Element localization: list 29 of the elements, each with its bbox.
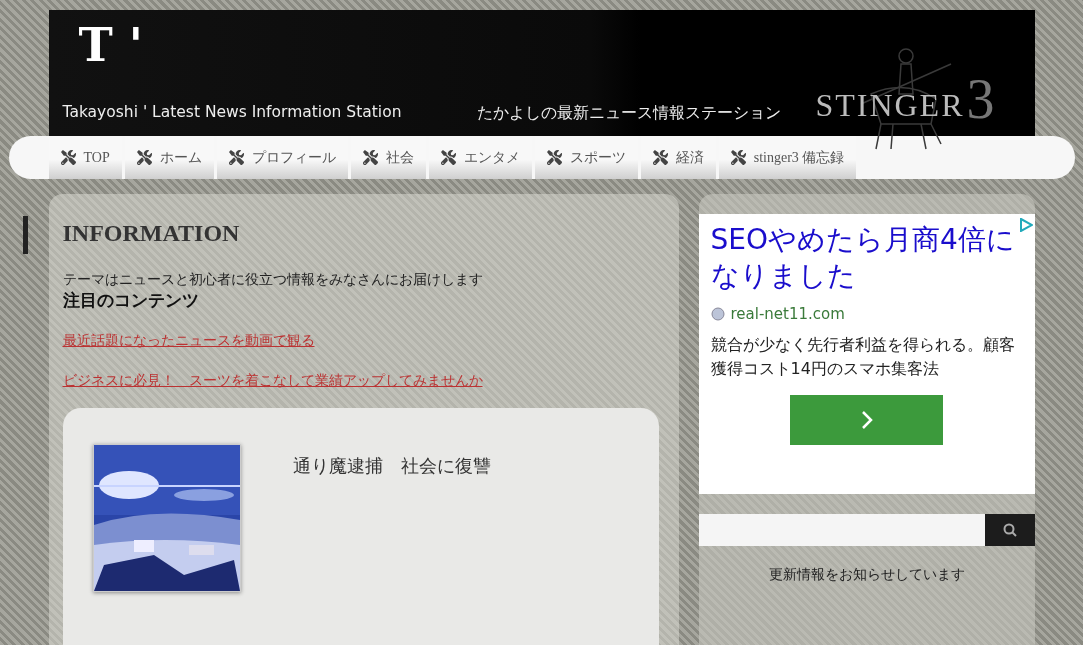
notice-text: 更新情報をお知らせしています [767, 566, 966, 584]
section-heading: INFORMATION [62, 220, 241, 247]
intro-text: テーマはニュースと初心者に役立つ情報をみなさんにお届けします [62, 271, 484, 289]
site-logo[interactable]: T ' [78, 22, 816, 68]
tools-icon [730, 150, 746, 165]
subheading: 注目のコンテンツ [62, 289, 200, 312]
chevron-right-icon [859, 408, 874, 431]
brand-logo-text: STINGER [815, 87, 965, 124]
site-tagline: たかよしの最新ニュース情報ステーション [477, 103, 782, 124]
ad-url[interactable]: real-net11.com [730, 304, 845, 323]
search-button[interactable] [984, 514, 1035, 546]
tools-icon [362, 150, 378, 165]
ad-choices-icon[interactable] [1018, 218, 1033, 232]
ad-open-button[interactable] [790, 394, 943, 445]
article-title[interactable]: 通り魔逮捕 社会に復讐 [292, 454, 491, 645]
brand-logo-number: 3 [966, 73, 995, 124]
tools-icon [652, 150, 668, 165]
ad-description: 競合が少なく先行者利益を得られる。顧客獲得コスト14円のスマホ集客法 [710, 333, 1016, 380]
tools-icon [228, 150, 244, 165]
tools-icon [440, 150, 456, 165]
search-icon [1002, 523, 1017, 537]
tools-icon [136, 150, 152, 165]
tools-icon [546, 150, 562, 165]
ad-title[interactable]: SEOやめたら月商4倍になりました [710, 222, 1021, 295]
heading-accent-bar [22, 216, 28, 254]
site-tagline: Takayoshi ' Latest News Information Station [62, 103, 402, 123]
tools-icon [60, 150, 76, 165]
globe-icon [710, 306, 725, 321]
search-field[interactable] [698, 514, 985, 546]
